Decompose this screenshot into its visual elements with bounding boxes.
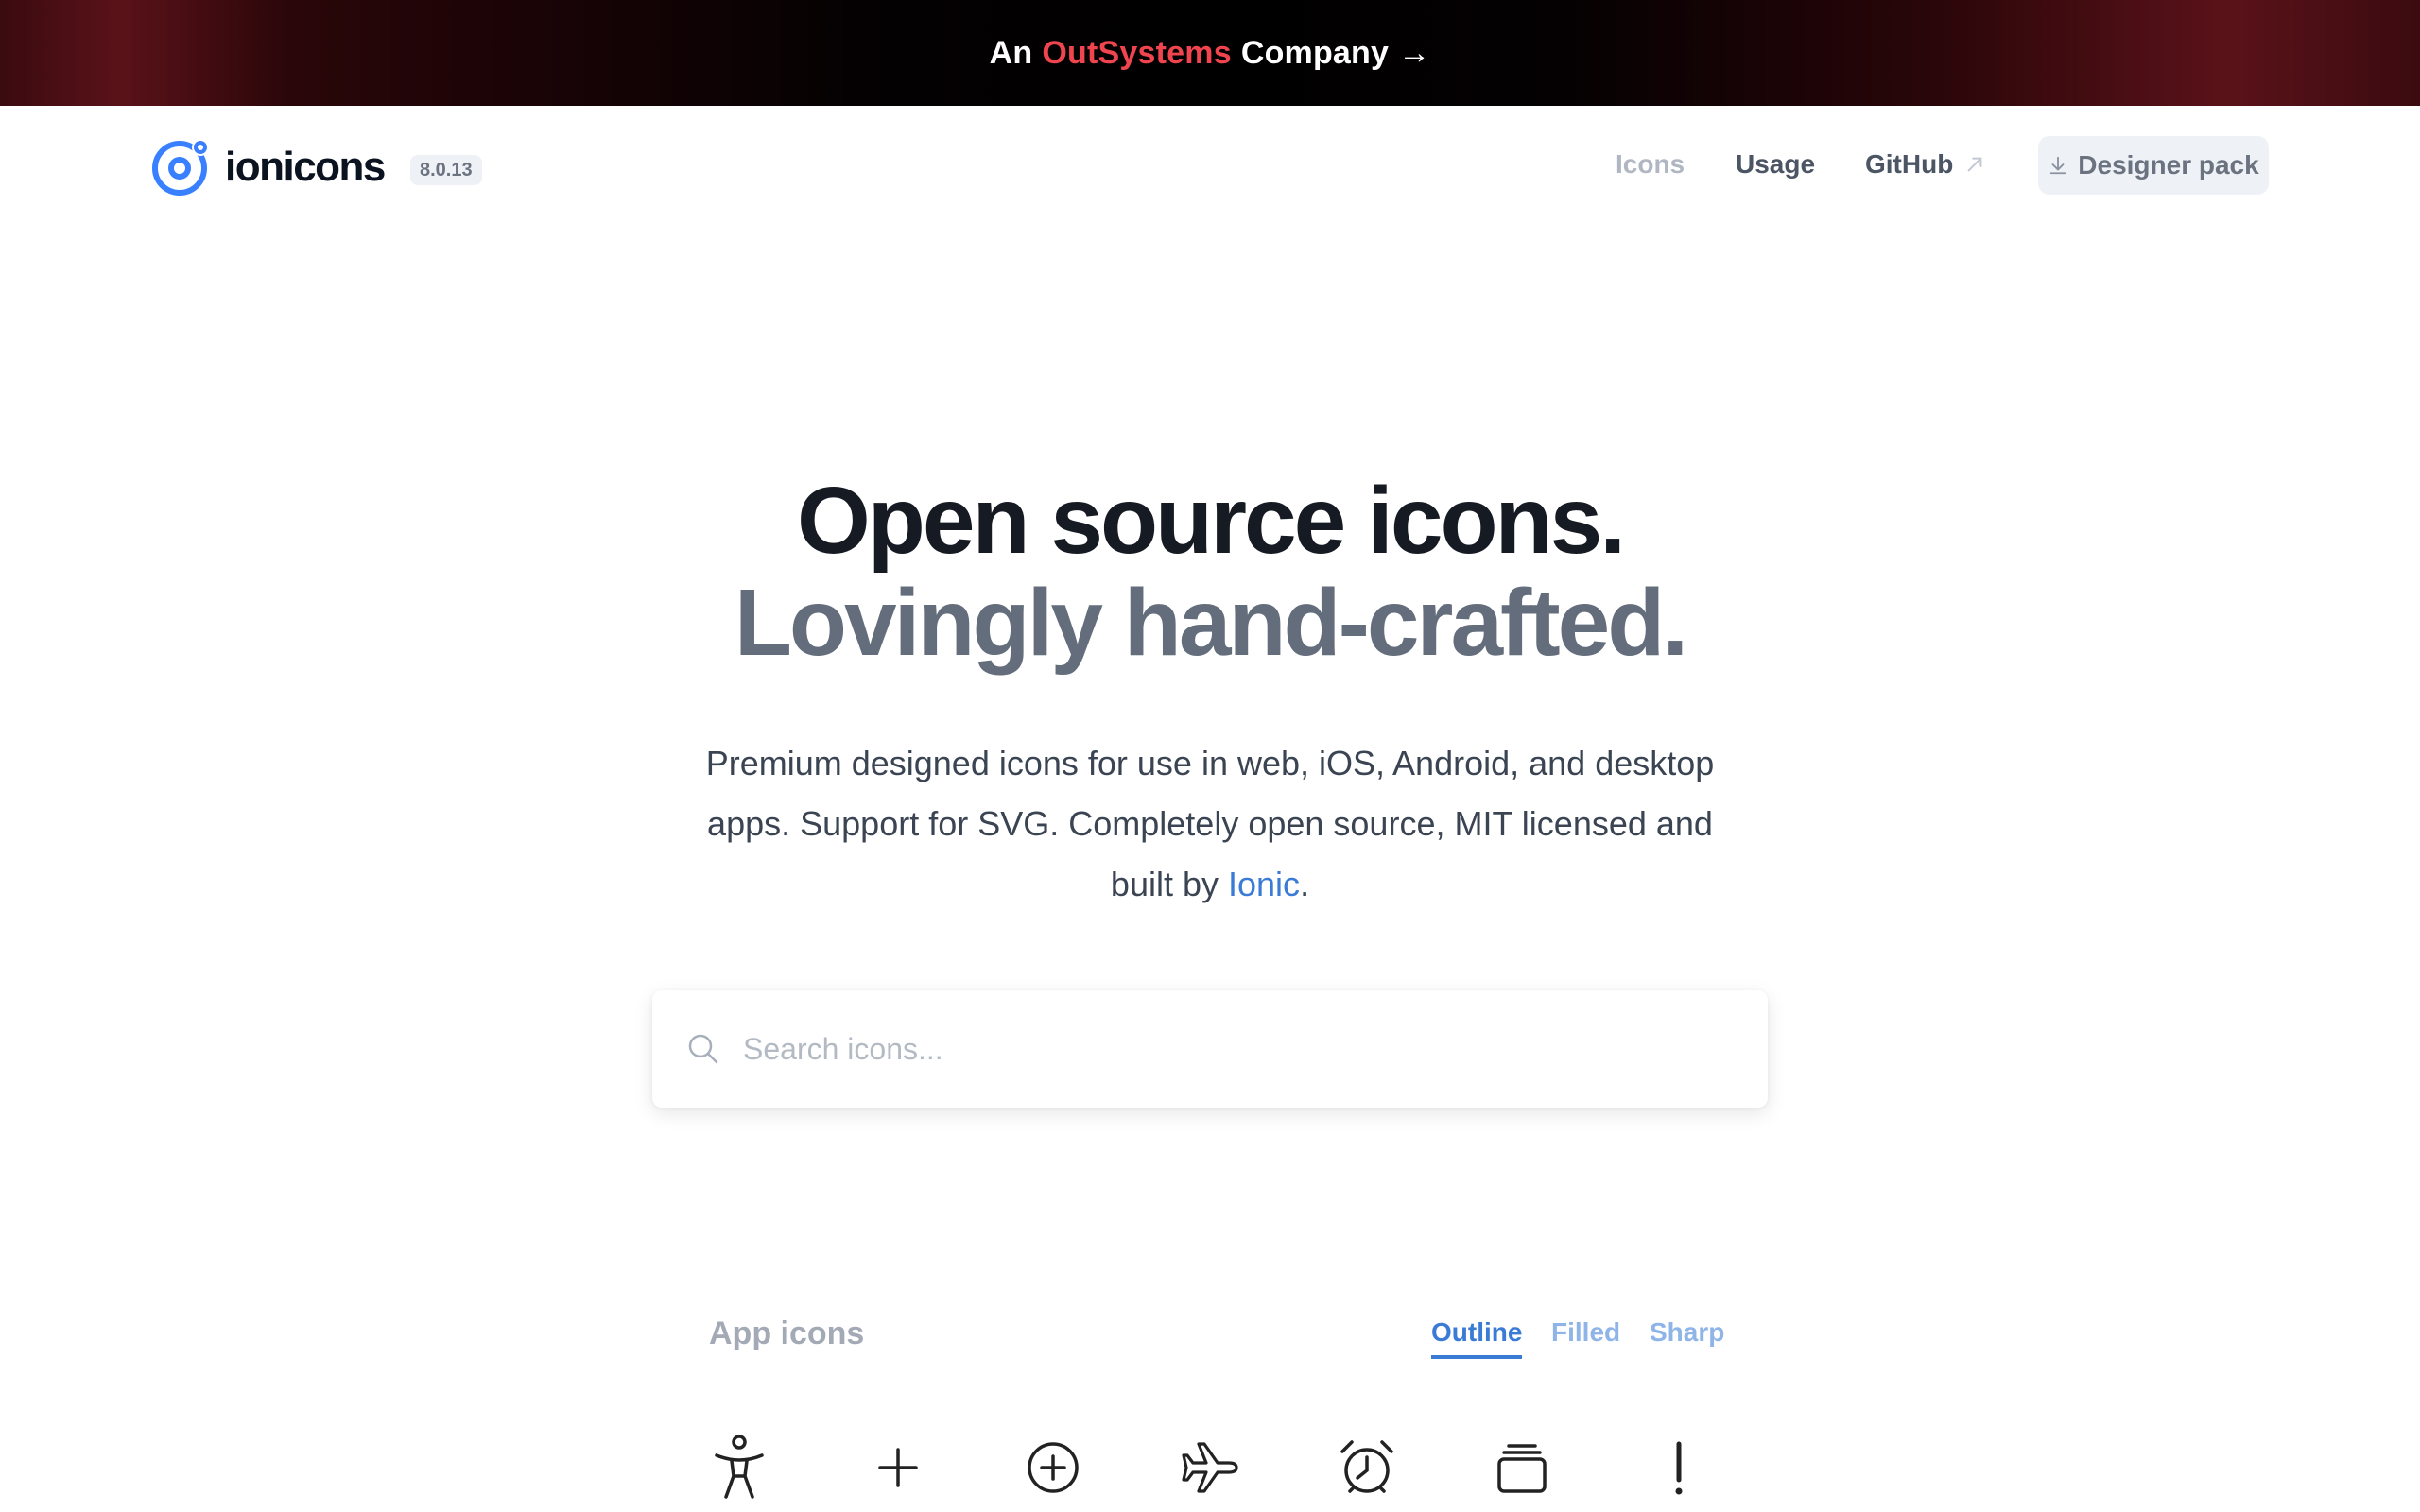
section-title: App icons [709,1315,865,1351]
add-icon[interactable] [868,1433,928,1501]
search-icon [688,1034,718,1064]
tab-outline[interactable]: Outline [1431,1317,1523,1359]
search-box[interactable] [652,990,1768,1108]
banner-prefix: An [989,34,1033,71]
nav-usage-link[interactable]: Usage [1736,149,1815,180]
tab-filled[interactable]: Filled [1551,1317,1620,1348]
logo-text[interactable]: ionicons [225,144,386,191]
nav-github-link[interactable]: GitHub [1865,149,1985,180]
top-banner[interactable]: An OutSystems Company → [0,0,2420,106]
hero-description-text: Premium designed icons for use in web, i… [705,744,1715,903]
alert-icon[interactable] [1649,1433,1709,1501]
albums-icon[interactable] [1492,1433,1552,1501]
hero-description-end: . [1300,865,1310,903]
airplane-icon[interactable] [1180,1433,1240,1501]
nav-icons-link[interactable]: Icons [1616,149,1685,180]
search-input[interactable] [743,1031,1688,1067]
download-icon [2050,156,2066,175]
ionic-link[interactable]: Ionic [1228,865,1300,903]
tab-sharp[interactable]: Sharp [1650,1317,1724,1348]
site-header: ionicons 8.0.13 Icons Usage GitHub Desig… [0,106,2420,229]
ionicons-logo-icon[interactable] [151,136,212,197]
hero-subtitle: Lovingly hand-crafted. [734,570,1688,676]
designer-pack-label: Designer pack [2078,150,2259,180]
hero-description: Premium designed icons for use in web, i… [700,733,1720,915]
accessibility-icon[interactable] [709,1433,769,1501]
banner-suffix: Company [1240,34,1390,71]
alarm-icon[interactable] [1337,1433,1397,1501]
version-badge: 8.0.13 [410,155,482,185]
add-circle-icon[interactable] [1023,1433,1083,1501]
arrow-right-icon: → [1398,34,1431,71]
hero-title: Open source icons. [796,468,1626,574]
external-link-icon [1967,157,1982,172]
banner-brand: OutSystems [1042,34,1232,71]
nav-github-label: GitHub [1865,149,1954,179]
designer-pack-button[interactable]: Designer pack [2038,136,2269,195]
